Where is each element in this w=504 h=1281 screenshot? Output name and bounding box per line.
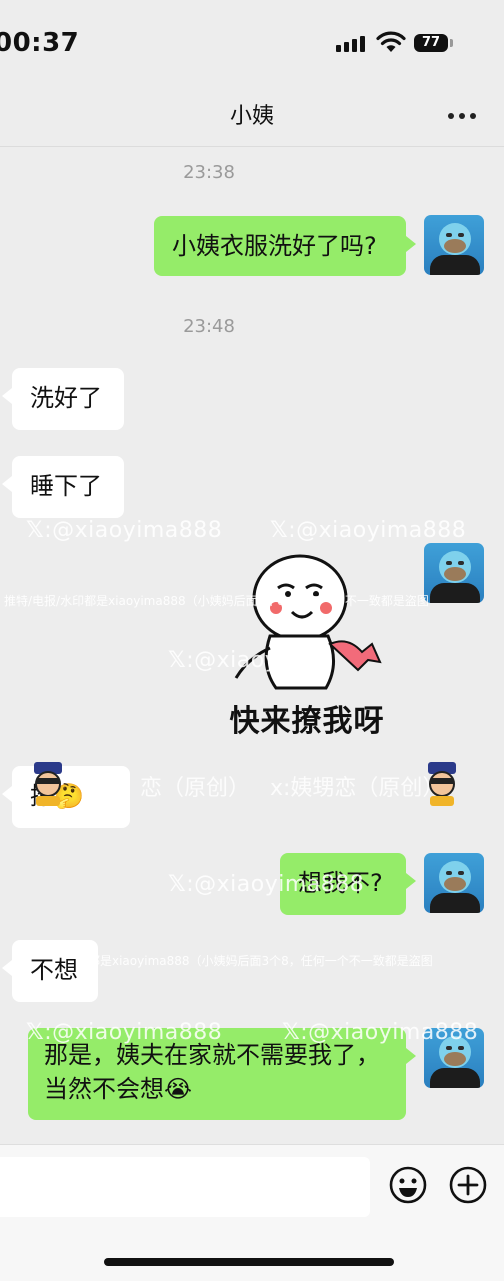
chat-title: 小姨 [229, 104, 274, 129]
watermark-handle: 𝕏:@xiaoyima888 [282, 1020, 479, 1045]
sticker-character-image [234, 554, 382, 690]
watermark-notice: 都是xiaoyima888（小姨妈后面3个8，任何一个不一致都是盗图 [88, 954, 433, 968]
message-input[interactable] [0, 1157, 370, 1217]
message-bubble-other[interactable]: 不想 [2, 940, 98, 1002]
sticker-caption: 快来撩我呀 [229, 704, 385, 739]
cellular-signal-icon [336, 36, 365, 52]
self-avatar[interactable] [424, 853, 484, 913]
self-avatar[interactable] [424, 215, 484, 275]
status-time: 00:37 [0, 28, 80, 58]
watermark-handle: 𝕏:@xiaoyima888 [270, 518, 467, 543]
watermark-handle: 𝕏:@xiaoyi [168, 648, 285, 673]
watermark-handle: 𝕏:@xiaoyima888 [168, 872, 365, 897]
battery-icon: 77 [414, 34, 448, 52]
watermark-handle: 𝕏:@xiaoyima888 [26, 1020, 223, 1045]
emoji-icon[interactable] [388, 1165, 428, 1205]
message-bubble-other[interactable]: 洗好了 [2, 368, 124, 430]
watermark-character-icon [428, 762, 456, 806]
home-indicator [104, 1258, 394, 1266]
status-bar: 00:37 77 [0, 0, 504, 86]
watermark-character-icon [34, 762, 62, 806]
chat-header: 小姨 [0, 86, 504, 147]
watermark-tag: 恋（原创） [140, 776, 251, 801]
battery-tip [450, 39, 453, 47]
message-bubble-other[interactable]: 睡下了 [2, 456, 124, 518]
watermark-handle: 𝕏:@xiaoyima888 [26, 518, 223, 543]
watermark-tag: x:姨甥恋（原创） [270, 776, 445, 801]
chat-timestamp: 23:48 [183, 316, 235, 337]
wifi-icon [376, 31, 406, 52]
self-avatar[interactable] [424, 543, 484, 603]
message-bubble-self[interactable]: 小姨衣服洗好了吗? [154, 216, 416, 276]
chat-timestamp: 23:38 [183, 162, 235, 183]
more-dots-icon[interactable] [446, 104, 478, 128]
watermark-notice: 推特/电报/水印都是xiaoyima888（小姨妈后面3个8，任何一个不一致都是… [4, 594, 429, 608]
plus-icon[interactable] [448, 1165, 488, 1205]
